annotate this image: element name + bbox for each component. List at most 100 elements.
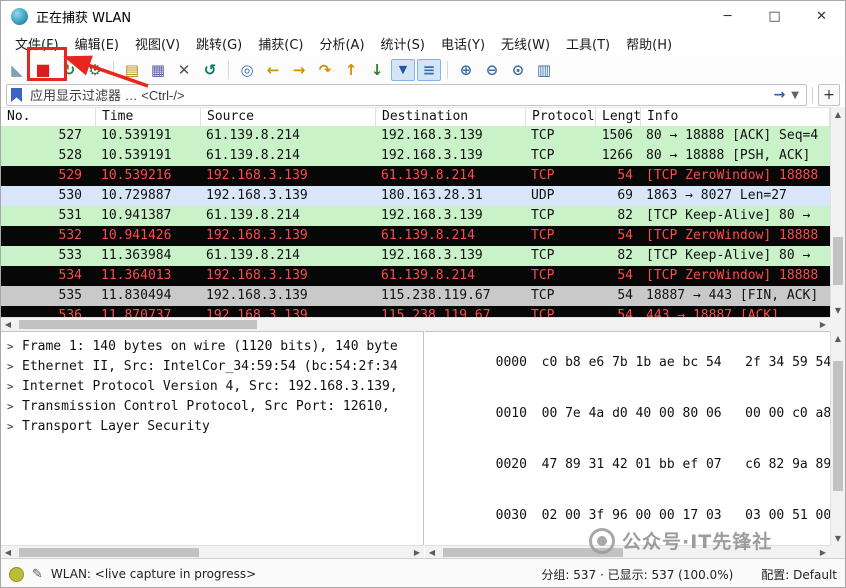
scrollbar-thumb[interactable] — [443, 548, 623, 557]
packet-row[interactable]: 533 11.363984 61.139.8.214 192.168.3.139… — [1, 246, 830, 266]
auto-scroll-icon[interactable]: ▼ — [391, 59, 415, 81]
hex-offset: 0000 — [496, 354, 542, 371]
wireshark-app-icon — [11, 8, 28, 25]
window-title: 正在捕获 WLAN — [36, 7, 131, 26]
go-back-icon[interactable]: ← — [261, 59, 285, 81]
menu-tools[interactable]: 工具(T) — [558, 31, 618, 56]
packet-row[interactable]: 535 11.830494 192.168.3.139 115.238.119.… — [1, 286, 830, 306]
detail-line[interactable]: > Frame 1: 140 bytes on wire (1120 bits)… — [1, 336, 423, 356]
scrollbar-thumb[interactable] — [833, 361, 843, 491]
hex-row[interactable]: 0000c0 b8 e6 7b 1b ae bc 54 2f 34 59 54 … — [433, 337, 830, 388]
go-forward-icon[interactable]: → — [287, 59, 311, 81]
packet-list-vscrollbar[interactable]: ▲ ▼ — [830, 107, 845, 317]
menu-statistics[interactable]: 统计(S) — [373, 31, 433, 56]
menu-analyze[interactable]: 分析(A) — [311, 31, 372, 56]
titlebar: 正在捕获 WLAN ─□✕ — [1, 1, 845, 31]
detail-line[interactable]: > Ethernet II, Src: IntelCor_34:59:54 (b… — [1, 356, 423, 376]
hex-dump-pane: 0000c0 b8 e6 7b 1b ae bc 54 2f 34 59 54 … — [425, 331, 830, 545]
start-capture-icon[interactable]: ◣ — [5, 59, 29, 81]
menu-capture[interactable]: 捕获(C) — [250, 31, 311, 56]
filter-bookmark-icon[interactable] — [11, 88, 22, 102]
column-header[interactable]: No. — [1, 108, 96, 127]
menu-telephony[interactable]: 电话(Y) — [433, 31, 493, 56]
capture-comment-icon[interactable]: ✎ — [32, 567, 43, 582]
packet-row[interactable]: 528 10.539191 61.139.8.214 192.168.3.139… — [1, 146, 830, 166]
annotation-arrow — [56, 49, 156, 91]
filter-history-chevron-icon[interactable]: ▼ — [788, 90, 802, 101]
scroll-up-icon[interactable]: ▲ — [831, 331, 845, 345]
scrollbar-track — [15, 318, 816, 331]
zoom-in-icon[interactable]: ⊕ — [454, 59, 478, 81]
hex-bytes: 47 89 31 42 01 bb ef 07 c6 82 9a 89 46 5… — [542, 457, 830, 472]
apply-filter-icon[interactable]: → — [771, 87, 789, 103]
packet-row[interactable]: 536 11.870737 192.168.3.139 115.238.119.… — [1, 306, 830, 317]
minimize-button[interactable]: ─ — [704, 1, 751, 31]
menu-help[interactable]: 帮助(H) — [618, 31, 680, 56]
hex-bytes: c0 b8 e6 7b 1b ae bc 54 2f 34 59 54 08 0… — [542, 355, 830, 370]
hex-row[interactable]: 001000 7e 4a d0 40 00 80 06 00 00 c0 a8 … — [433, 388, 830, 439]
maximize-button[interactable]: □ — [751, 1, 798, 31]
hex-bytes: 02 00 3f 96 00 00 17 03 03 00 51 00 00 0… — [542, 508, 830, 523]
reload-icon[interactable]: ↺ — [198, 59, 222, 81]
scroll-left-icon[interactable]: ◀ — [1, 318, 15, 331]
packet-row[interactable]: 531 10.941387 61.139.8.214 192.168.3.139… — [1, 206, 830, 226]
expander-icon[interactable]: > — [7, 360, 22, 373]
column-header[interactable]: Time — [96, 108, 201, 127]
filterbar-separator — [812, 87, 813, 103]
scrollbar-thumb[interactable] — [19, 548, 199, 557]
detail-line[interactable]: > Internet Protocol Version 4, Src: 192.… — [1, 376, 423, 396]
detail-pane-hscrollbar[interactable]: ◀ ▶ — [1, 545, 424, 559]
colorize-icon[interactable]: ≡ — [417, 59, 441, 81]
column-header[interactable]: Protocol — [526, 108, 596, 127]
scroll-down-icon[interactable]: ▼ — [831, 531, 845, 545]
go-last-icon[interactable]: ↓ — [365, 59, 389, 81]
zoom-100-icon[interactable]: ⊙ — [506, 59, 530, 81]
scrollbar-thumb[interactable] — [19, 320, 257, 329]
close-button[interactable]: ✕ — [798, 1, 845, 31]
packet-row[interactable]: 534 11.364013 192.168.3.139 61.139.8.214… — [1, 266, 830, 286]
scroll-up-icon[interactable]: ▲ — [831, 107, 845, 121]
packet-row[interactable]: 530 10.729887 192.168.3.139 180.163.28.3… — [1, 186, 830, 206]
packet-detail-pane: > Frame 1: 140 bytes on wire (1120 bits)… — [1, 331, 424, 545]
packet-list-header: No.TimeSourceDestinationProtocolLengthIn… — [1, 107, 830, 128]
column-header[interactable]: Destination — [376, 108, 526, 127]
hex-row[interactable]: 003002 00 3f 96 00 00 17 03 03 00 51 00 … — [433, 490, 830, 541]
scroll-right-icon[interactable]: ▶ — [816, 318, 830, 331]
menu-go[interactable]: 跳转(G) — [188, 31, 250, 56]
detail-vscrollbar[interactable]: ▲ ▼ — [830, 331, 845, 545]
column-header[interactable]: Length — [596, 108, 641, 127]
expander-icon[interactable]: > — [7, 420, 22, 433]
profile-text[interactable]: 配置: Default — [761, 566, 837, 583]
expander-icon[interactable]: > — [7, 340, 22, 353]
go-first-icon[interactable]: ↑ — [339, 59, 363, 81]
find-packet-icon[interactable]: ◎ — [235, 59, 259, 81]
hex-offset: 0010 — [496, 405, 542, 422]
scrollbar-thumb[interactable] — [833, 237, 843, 285]
hex-pane-hscrollbar[interactable]: ◀ ▶ — [425, 545, 830, 559]
packet-row[interactable]: 527 10.539191 61.139.8.214 192.168.3.139… — [1, 126, 830, 146]
detail-line[interactable]: > Transmission Control Protocol, Src Por… — [1, 396, 423, 416]
packet-list-hscrollbar[interactable]: ◀ ▶ — [1, 317, 830, 331]
zoom-out-icon[interactable]: ⊖ — [480, 59, 504, 81]
go-to-packet-icon[interactable]: ↷ — [313, 59, 337, 81]
hex-row[interactable]: 002047 89 31 42 01 bb ef 07 c6 82 9a 89 … — [433, 439, 830, 490]
expander-icon[interactable]: > — [7, 380, 22, 393]
expander-icon[interactable]: > — [7, 400, 22, 413]
hex-offset: 0030 — [496, 507, 542, 524]
expert-info-icon[interactable] — [9, 567, 24, 582]
detail-line[interactable]: > Transport Layer Security — [1, 416, 423, 436]
column-header[interactable]: Info — [641, 108, 830, 127]
packet-count-text: 分组: 537 · 已显示: 537 (100.0%) — [541, 566, 733, 583]
scroll-down-icon[interactable]: ▼ — [831, 303, 845, 317]
toolbar-separator — [447, 61, 448, 79]
close-file-icon[interactable]: ✕ — [172, 59, 196, 81]
statusbar: ✎ WLAN: <live capture in progress> 分组: 5… — [1, 558, 845, 588]
column-header[interactable]: Source — [201, 108, 376, 127]
resize-columns-icon[interactable]: ▥ — [532, 59, 556, 81]
hex-offset: 0020 — [496, 456, 542, 473]
menu-wireless[interactable]: 无线(W) — [493, 31, 558, 56]
packet-row[interactable]: 529 10.539216 192.168.3.139 61.139.8.214… — [1, 166, 830, 186]
add-filter-button[interactable]: + — [818, 84, 840, 106]
capture-status-text: WLAN: <live capture in progress> — [51, 567, 256, 581]
packet-row[interactable]: 532 10.941426 192.168.3.139 61.139.8.214… — [1, 226, 830, 246]
